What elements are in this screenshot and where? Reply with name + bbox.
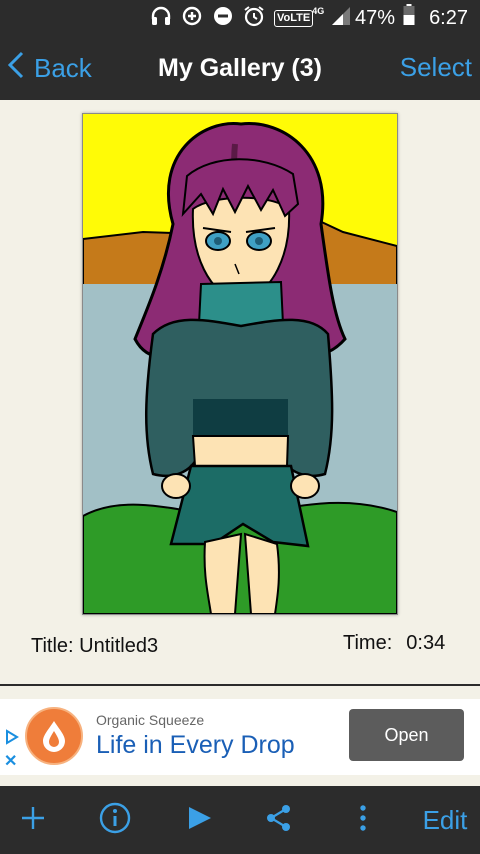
bottom-toolbar: Edit: [0, 786, 480, 854]
artwork-thumbnail[interactable]: [82, 113, 398, 615]
play-button[interactable]: [178, 786, 220, 854]
artwork-title: Title: Untitled3: [31, 635, 159, 657]
ad-brand: Organic Squeeze: [96, 712, 205, 728]
ad-logo: [25, 707, 83, 765]
time-value: 0:34: [406, 632, 446, 654]
status-bar: VoLTE 4G 47% 6:27: [0, 0, 480, 36]
network-type: 4G: [312, 5, 325, 16]
info-icon: [99, 802, 131, 839]
clock: 6:27: [429, 6, 468, 29]
time-label: Time:: [343, 632, 393, 654]
more-icon: [358, 804, 368, 837]
ad-open-button[interactable]: Open: [349, 709, 464, 761]
battery-icon: [403, 4, 415, 32]
add-icon: [19, 804, 47, 837]
divider: [0, 684, 480, 686]
edit-button[interactable]: Edit: [416, 786, 474, 854]
more-button[interactable]: [342, 786, 384, 854]
ad-banner[interactable]: ✕ Organic Squeeze Life in Every Drop Ope…: [0, 699, 480, 775]
volte-label: VoLTE: [277, 11, 311, 24]
select-button[interactable]: Select: [400, 52, 472, 83]
do-not-disturb-icon: [212, 5, 234, 32]
ad-headline: Life in Every Drop: [96, 731, 295, 759]
alarm-icon: [243, 5, 265, 32]
share-icon: [265, 804, 293, 837]
artwork-time: Time: 0:34: [343, 632, 445, 655]
add-button[interactable]: [12, 786, 54, 854]
share-button[interactable]: [258, 786, 300, 854]
info-button[interactable]: [94, 786, 136, 854]
volte-badge: VoLTE 4G: [274, 6, 324, 27]
ad-choices-icon[interactable]: [4, 729, 20, 750]
status-icons: VoLTE 4G: [150, 6, 352, 30]
nav-bar: Back My Gallery (3) Select: [0, 36, 480, 100]
signal-icon: [330, 5, 352, 32]
status-right: 47% 6:27: [355, 4, 468, 32]
play-icon: [185, 804, 213, 837]
headphones-icon: [150, 5, 172, 32]
close-icon[interactable]: ✕: [4, 751, 17, 771]
battery-percent: 47%: [355, 6, 396, 29]
data-saver-icon: [181, 5, 203, 32]
